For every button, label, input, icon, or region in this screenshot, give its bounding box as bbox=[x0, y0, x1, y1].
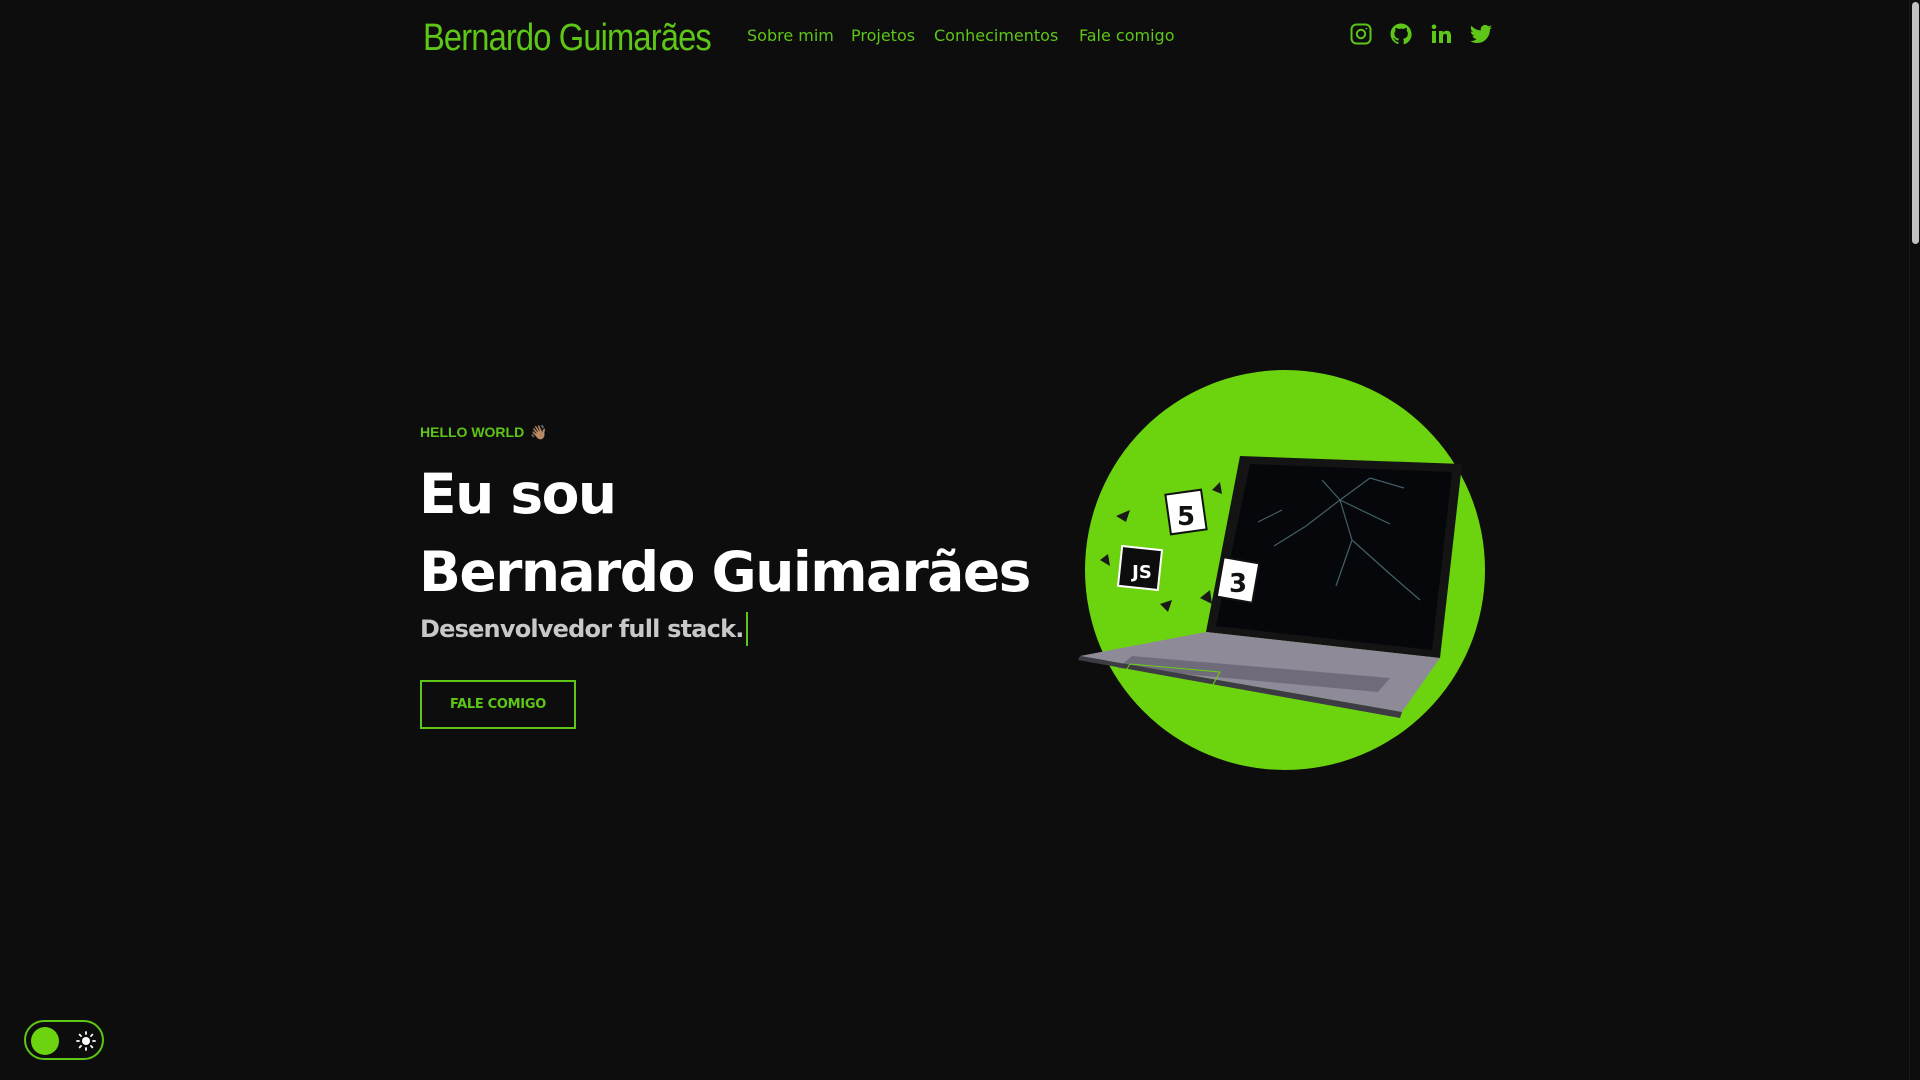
hero-heading-line-2: Bernardo Guimarães bbox=[419, 540, 1031, 604]
toggle-knob bbox=[31, 1027, 59, 1055]
javascript-badge: JS bbox=[1116, 544, 1164, 592]
nav-link-conhecimentos[interactable]: Conhecimentos bbox=[934, 24, 1058, 48]
scrollbar-thumb[interactable] bbox=[1912, 2, 1919, 244]
twitter-icon[interactable] bbox=[1469, 22, 1493, 46]
wave-emoji: 👋🏽 bbox=[530, 424, 548, 440]
fale-comigo-button[interactable]: FALE COMIGO bbox=[420, 680, 576, 729]
css3-badge-text: 3 bbox=[1229, 569, 1247, 599]
hero-subtitle: Desenvolvedor full stack. bbox=[420, 612, 748, 646]
javascript-badge-text: JS bbox=[1130, 562, 1152, 583]
brand-logo[interactable]: Bernardo Guimarães bbox=[423, 14, 712, 62]
sun-icon bbox=[76, 1031, 96, 1051]
social-links bbox=[1349, 22, 1493, 46]
instagram-icon[interactable] bbox=[1349, 22, 1373, 46]
page: Bernardo Guimarães Sobre mim Projetos Co… bbox=[0, 0, 1920, 1080]
hero-heading: Eu sou Bernardo Guimarães bbox=[419, 455, 1031, 611]
typing-caret bbox=[745, 612, 748, 646]
html5-badge-text: 5 bbox=[1177, 502, 1195, 532]
nav-link-fale-comigo[interactable]: Fale comigo bbox=[1079, 24, 1174, 48]
scrollbar[interactable] bbox=[1909, 0, 1920, 1080]
nav-link-sobre-mim[interactable]: Sobre mim bbox=[747, 24, 834, 48]
theme-toggle[interactable] bbox=[24, 1020, 104, 1060]
linkedin-icon[interactable] bbox=[1429, 22, 1453, 46]
hero-heading-line-1: Eu sou bbox=[419, 462, 617, 526]
hero-subtitle-text: Desenvolvedor full stack. bbox=[420, 615, 744, 643]
html5-badge: 5 bbox=[1164, 488, 1208, 536]
css3-badge: 3 bbox=[1215, 556, 1261, 604]
github-icon[interactable] bbox=[1389, 22, 1413, 46]
nav-link-projetos[interactable]: Projetos bbox=[851, 24, 915, 48]
hello-text: HELLO WORLD bbox=[420, 424, 525, 440]
hero-illustration: 5 JS 3 bbox=[1078, 370, 1485, 770]
hello-eyebrow: HELLO WORLD 👋🏽 bbox=[420, 421, 548, 443]
